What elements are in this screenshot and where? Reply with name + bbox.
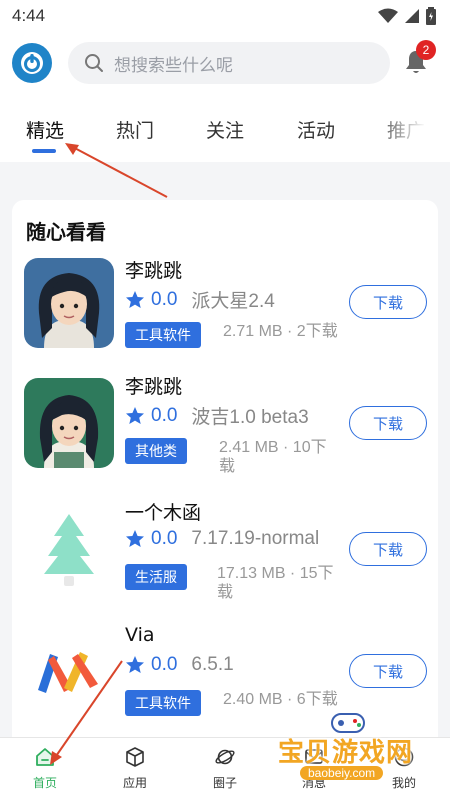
star-icon: [126, 656, 144, 673]
app-name: 李跳跳: [125, 376, 183, 398]
box-icon: [126, 747, 144, 767]
app-meta: 17.13 MB · 15下 载: [217, 564, 334, 602]
search-icon: [85, 54, 103, 72]
app-icon-girl-blue: [24, 258, 114, 348]
app-size-downloads-wrap: 载: [217, 584, 234, 601]
battery-icon: [426, 7, 436, 25]
content-card: 随心看看 李跳跳 0.0 派大星2.4 工具软件 2.71 MB · 2下载 下…: [12, 200, 438, 760]
search-bar[interactable]: 想搜索些什么呢: [68, 42, 390, 84]
notification-badge: 2: [416, 40, 436, 60]
star-icon: [126, 290, 144, 308]
girl-avatar-icon: [38, 273, 100, 348]
app-list-item[interactable]: 李跳跳 0.0 派大星2.4 工具软件 2.71 MB · 2下载 下载: [12, 252, 438, 372]
home-icon: [36, 748, 54, 766]
tab-featured[interactable]: 精选: [26, 116, 64, 143]
rating-row: 0.0 6.5.1: [125, 654, 234, 676]
rating-value: 0.0: [151, 404, 178, 426]
star-icon: [126, 530, 144, 547]
nav-messages[interactable]: 消息: [284, 746, 344, 791]
app-version: 6.5.1: [191, 654, 234, 675]
rating-value: 0.0: [151, 654, 178, 675]
profile-icon: [394, 747, 414, 767]
star-icon: [126, 406, 144, 424]
rating-value: 0.0: [151, 528, 178, 549]
tab-following[interactable]: 关注: [206, 116, 244, 143]
cellular-icon: [405, 9, 419, 23]
category-tag: 工具软件: [125, 690, 201, 716]
notification-button[interactable]: 2: [402, 40, 436, 76]
app-meta: 2.71 MB · 2下载: [223, 322, 338, 341]
category-tabs: 精选 热门 关注 活动 推广: [0, 94, 450, 162]
nav-apps[interactable]: 应用: [105, 746, 165, 791]
message-icon: [305, 749, 323, 764]
via-logo-icon: [38, 652, 98, 693]
app-list-item[interactable]: 一个木函 0.0 7.17.19-normal 生活服 17.13 MB · 1…: [12, 496, 438, 616]
rating-value: 0.0: [151, 288, 178, 310]
download-button[interactable]: 下载: [349, 285, 427, 319]
bottom-navigation: 首页 应用 圈子 消息 我的: [0, 737, 450, 800]
wifi-icon: [378, 8, 398, 23]
planet-icon: [215, 749, 235, 765]
app-name: 李跳跳: [125, 260, 183, 282]
download-button[interactable]: 下载: [349, 406, 427, 440]
nav-label-messages: 消息: [301, 776, 326, 790]
rating-row: 0.0 波吉1.0 beta3: [125, 402, 309, 429]
app-size-downloads: 2.40 MB · 6下载: [223, 691, 338, 708]
download-button[interactable]: 下载: [349, 654, 427, 688]
app-version: 波吉1.0 beta3: [191, 407, 309, 428]
app-meta: 2.41 MB · 10下 载: [219, 438, 327, 476]
status-time: 4:44: [12, 6, 46, 25]
app-meta: 2.40 MB · 6下载: [223, 690, 338, 709]
girl-avatar-icon: [39, 395, 99, 468]
app-icon-girl-green: [24, 378, 114, 468]
app-name: 一个木函: [125, 502, 202, 524]
category-tag: 生活服: [125, 564, 187, 590]
app-version: 派大星2.4: [191, 291, 275, 312]
nav-home[interactable]: 首页: [15, 746, 75, 791]
app-header: 想搜索些什么呢 2: [0, 32, 450, 94]
nav-label-apps: 应用: [122, 776, 147, 790]
nav-label-home: 首页: [32, 776, 57, 790]
app-logo[interactable]: [12, 43, 52, 83]
status-icons: [378, 7, 436, 25]
nav-label-circle: 圈子: [212, 776, 237, 790]
active-tab-indicator: [32, 149, 56, 153]
download-button[interactable]: 下载: [349, 532, 427, 566]
app-name: Via: [125, 624, 155, 646]
status-bar: 4:44: [0, 0, 450, 32]
tab-events[interactable]: 活动: [297, 116, 335, 143]
app-list-item[interactable]: 李跳跳 0.0 波吉1.0 beta3 其他类 2.41 MB · 10下 载 …: [12, 370, 438, 490]
rating-row: 0.0 派大星2.4: [125, 286, 275, 313]
nav-profile[interactable]: 我的: [374, 746, 434, 791]
rating-row: 0.0 7.17.19-normal: [125, 528, 319, 550]
tab-fade-overlay: [370, 94, 450, 162]
app-size-downloads-wrap: 载: [219, 458, 236, 475]
category-tag: 工具软件: [125, 322, 201, 348]
app-size-downloads: 2.41 MB · 10下: [219, 439, 327, 456]
section-title: 随心看看: [26, 220, 106, 244]
search-placeholder: 想搜索些什么呢: [114, 55, 233, 76]
tab-hot[interactable]: 热门: [116, 116, 154, 143]
app-icon-tree: [24, 500, 114, 590]
app-version: 7.17.19-normal: [191, 528, 320, 549]
app-icon-via: [24, 626, 114, 716]
app-size-downloads: 2.71 MB · 2下载: [223, 323, 338, 340]
category-tag: 其他类: [125, 438, 187, 464]
nav-label-profile: 我的: [391, 776, 416, 790]
app-list-item[interactable]: Via 0.0 6.5.1 工具软件 2.40 MB · 6下载 下载: [12, 620, 438, 740]
tree-icon: [44, 514, 94, 586]
power-logo-icon: [21, 52, 43, 74]
app-size-downloads: 17.13 MB · 15下: [217, 565, 334, 582]
nav-circle[interactable]: 圈子: [195, 746, 255, 791]
